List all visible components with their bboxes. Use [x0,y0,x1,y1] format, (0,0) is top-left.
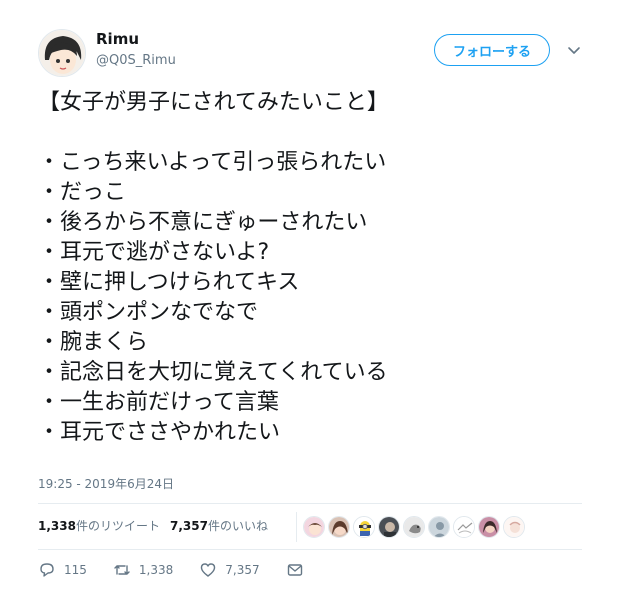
avatar[interactable] [38,29,86,77]
stats-separator [296,512,297,542]
reply-button[interactable]: 115 [38,561,87,579]
tweet-bullet-item: ・こっち来いよって引っ張られたい [38,150,387,175]
liker-avatar[interactable] [303,516,325,538]
liker-avatar[interactable] [428,516,450,538]
liker-avatar[interactable] [328,516,350,538]
reply-count: 115 [64,563,87,577]
like-button[interactable]: 7,357 [199,561,260,579]
tweet-bullet-item: ・腕まくら [38,330,149,355]
liker-avatar[interactable] [403,516,425,538]
tweet-bullet-item: ・一生お前だけって言葉 [38,390,279,415]
divider [38,549,582,550]
tweet-bullet-item: ・耳元でささやかれたい [38,420,281,445]
tweet-bullet-item: ・記念日を大切に覚えてくれている [38,360,388,385]
liker-avatar[interactable] [478,516,500,538]
follow-button[interactable]: フォローする [434,34,550,66]
liker-avatar[interactable] [503,516,525,538]
like-stat-label: 件のいいね [207,519,268,533]
tweet-bullet-item: ・壁に押しつけられてキス [38,270,300,295]
liker-avatar[interactable] [353,516,375,538]
tweet-bullet-item: ・だっこ [38,180,127,205]
liker-avatars [303,516,525,538]
liker-avatar[interactable] [378,516,400,538]
dm-button[interactable] [286,561,304,579]
retweet-count: 1,338 [138,563,174,577]
tweet-stats: 1,338件のリツイート 7,357件のいいね [38,517,268,534]
user-handle[interactable]: @Q0S_Rimu [96,53,176,68]
tweet-bullet-item: ・頭ポンポンなでなで [38,300,259,325]
tweet-bullet-list: ・こっち来いよって引っ張られたい ・だっこ ・後ろから不意にぎゅーされたい ・耳… [38,148,388,448]
retweet-stat-count: 1,338 [38,519,76,533]
tweet-timestamp[interactable]: 19:25 - 2019年6月24日 [38,475,174,492]
liker-avatar[interactable] [453,516,475,538]
user-name[interactable]: Rimu [96,30,139,48]
chevron-down-icon[interactable] [566,42,582,58]
retweet-stat[interactable]: 1,338件のリツイート [38,517,160,534]
dm-icon [287,564,302,576]
reply-icon [40,563,54,577]
like-stat[interactable]: 7,357件のいいね [170,517,268,534]
tweet-actions: 115 1,338 7,357 [38,561,330,579]
tweet-title: 【女子が男子にされてみたいこと】 [38,90,389,115]
tweet-bullet-item: ・後ろから不意にぎゅーされたい [38,210,368,235]
like-count: 7,357 [225,563,260,577]
retweet-icon [114,565,130,575]
tweet-bullet-item: ・耳元で逃がさないよ? [38,240,270,265]
retweet-button[interactable]: 1,338 [113,561,173,579]
retweet-stat-label: 件のリツイート [75,519,160,533]
like-stat-count: 7,357 [169,519,208,533]
like-icon [201,563,216,577]
divider [38,503,582,504]
